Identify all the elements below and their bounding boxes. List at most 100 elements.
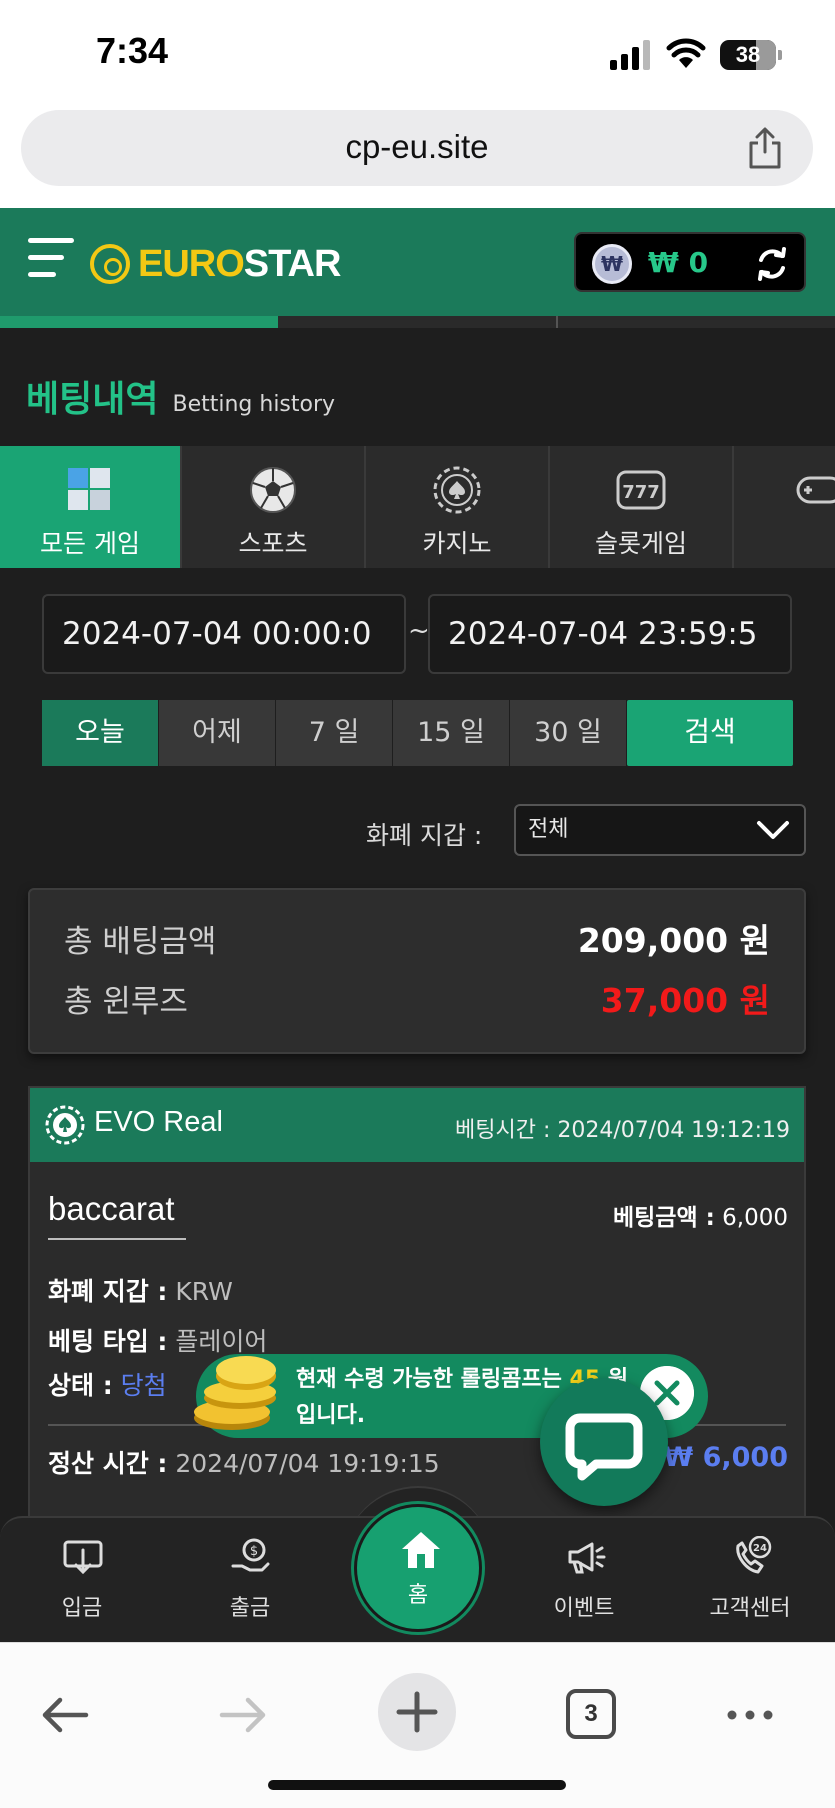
home-icon [402,1532,440,1568]
refresh-icon[interactable] [754,246,790,282]
nav-label: 출금 [229,1596,271,1621]
address-bar[interactable]: cp-eu.site [21,110,813,186]
logo-mark-icon [90,244,130,284]
tab-label: 모든 게임 [40,529,140,558]
nav-home-button[interactable]: 홈 [354,1504,482,1632]
logo-text-euro: EURO [138,242,245,285]
summary-panel: 총 배팅금액 209,000 원 총 윈루즈 37,000 원 [28,888,806,1054]
page-title-ko: 베팅내역 [26,379,159,420]
game-name: baccarat [48,1190,175,1227]
forward-arrow-icon[interactable] [214,1687,270,1743]
total-winloss-row: 총 윈루즈 37,000 원 [64,972,770,1022]
status-bar: 7:34 38 [0,0,835,105]
wallet-filter: 화폐 지갑 : 전체 [0,804,835,856]
url-text: cp-eu.site [345,128,489,165]
nav-label: 홈 [407,1583,429,1608]
total-bet-row: 총 배팅금액 209,000 원 [64,912,770,962]
gamepad-icon [796,476,835,504]
range-15days-button[interactable]: 15 일 [393,700,509,766]
total-bet-label: 총 배팅금액 [64,924,217,960]
tab-sports[interactable]: 스포츠 [182,446,366,568]
new-tab-button[interactable] [378,1673,456,1751]
tab-mini[interactable]: 미니 [734,446,835,568]
main-content: 베팅내역 Betting history 모든 게임 스포츠 카지노 777 슬… [0,328,835,1642]
logo-text-star: STAR [243,242,342,285]
svg-text:24: 24 [753,1543,767,1554]
nav-support[interactable]: 24 고객센터 [690,1518,810,1644]
nav-withdraw[interactable]: $ 출금 [190,1518,310,1644]
bet-type-label: 베팅 타입 : [48,1327,168,1356]
chevron-down-icon [757,821,789,839]
plus-icon [396,1691,438,1733]
chat-bubble-icon [565,1413,643,1481]
megaphone-icon [568,1542,606,1574]
range-today-button[interactable]: 오늘 [42,700,158,766]
battery-icon: 38 [720,40,776,70]
settle-time-value: 2024/07/04 19:19:15 [175,1449,440,1478]
tab-casino[interactable]: 카지노 [366,446,550,568]
support-24-icon: 24 [736,1536,772,1574]
casino-chip-icon [433,466,481,514]
settle-time-label: 정산 시간 : [48,1449,168,1478]
hamburger-menu-icon[interactable] [28,238,74,284]
wallet-select[interactable]: 전체 [514,804,806,856]
wallet-line: 화폐 지갑 : KRW [48,1272,233,1308]
total-bet-value: 209,000 원 [577,921,770,960]
page-title: 베팅내역 Betting history [26,370,335,422]
deposit-icon [63,1540,103,1575]
balance-amount: ₩ 0 [648,246,709,279]
bet-time-label: 베팅시간 : [455,1118,551,1143]
wallet-label: 화폐 지갑 : [48,1277,168,1306]
status-time: 7:34 [96,30,169,71]
range-30days-button[interactable]: 30 일 [510,700,626,766]
brand-logo[interactable]: EUROSTAR [90,240,342,288]
date-separator: ~ [408,616,430,646]
app-header: EUROSTAR ₩ ₩ 0 [0,208,835,316]
tabs-overview-button[interactable]: 3 [566,1689,616,1739]
status-line: 상태 : 당첨 [48,1366,167,1402]
payout-value: ₩ 6,000 [663,1442,788,1473]
wallet-value: KRW [175,1277,233,1306]
cellular-signal-icon [610,40,652,70]
range-yesterday-button[interactable]: 어제 [159,700,275,766]
tab-slots[interactable]: 777 슬롯게임 [550,446,734,568]
bet-amount-value: 6,000 [722,1205,788,1231]
more-options-icon[interactable] [722,1687,778,1743]
withdraw-icon: $ [231,1538,270,1572]
cubes-icon [68,468,110,510]
range-7days-button[interactable]: 7 일 [276,700,392,766]
back-arrow-icon[interactable] [38,1687,94,1743]
tab-label: 스포츠 [238,529,308,558]
total-winloss-value: 37,000 원 [600,981,770,1020]
nav-label: 이벤트 [553,1596,615,1621]
bet-amount-label: 베팅금액 : [612,1205,715,1231]
home-indicator [268,1780,566,1790]
quick-range-buttons: 오늘 어제 7 일 15 일 30 일 검색 [42,700,793,766]
svg-text:$: $ [250,1544,258,1559]
tab-label: 카지노 [422,529,492,558]
nav-label: 입금 [61,1596,103,1621]
bet-time-value: 2024/07/04 19:12:19 [557,1118,790,1143]
provider-name: EVO Real [94,1106,223,1138]
search-button[interactable]: 검색 [627,700,793,766]
bet-card-header: EVO Real 베팅시간 : 2024/07/04 19:12:19 [30,1088,804,1162]
page-title-en: Betting history [172,392,336,417]
settle-line: 정산 시간 : 2024/07/04 19:19:15 [48,1444,440,1480]
tab-all-games[interactable]: 모든 게임 [0,446,182,568]
nav-deposit[interactable]: 입금 [22,1518,142,1644]
won-coin-icon: ₩ [592,244,632,284]
nav-events[interactable]: 이벤트 [524,1518,644,1644]
start-date-input[interactable]: 2024-07-04 00:00:0 [42,594,406,674]
tab-label: 슬롯게임 [594,529,687,558]
status-value: 당첨 [120,1371,167,1400]
wallet-filter-label: 화폐 지갑 : [366,821,483,850]
status-label: 상태 : [48,1371,113,1400]
casino-chip-icon [45,1105,85,1145]
svg-text:777: 777 [622,482,660,503]
wifi-icon [666,38,706,68]
live-chat-button[interactable] [540,1378,668,1506]
end-date-input[interactable]: 2024-07-04 23:59:5 [428,594,792,674]
slot-machine-icon: 777 [616,470,666,510]
header-tab-strip [0,316,835,328]
share-icon[interactable] [745,126,785,170]
